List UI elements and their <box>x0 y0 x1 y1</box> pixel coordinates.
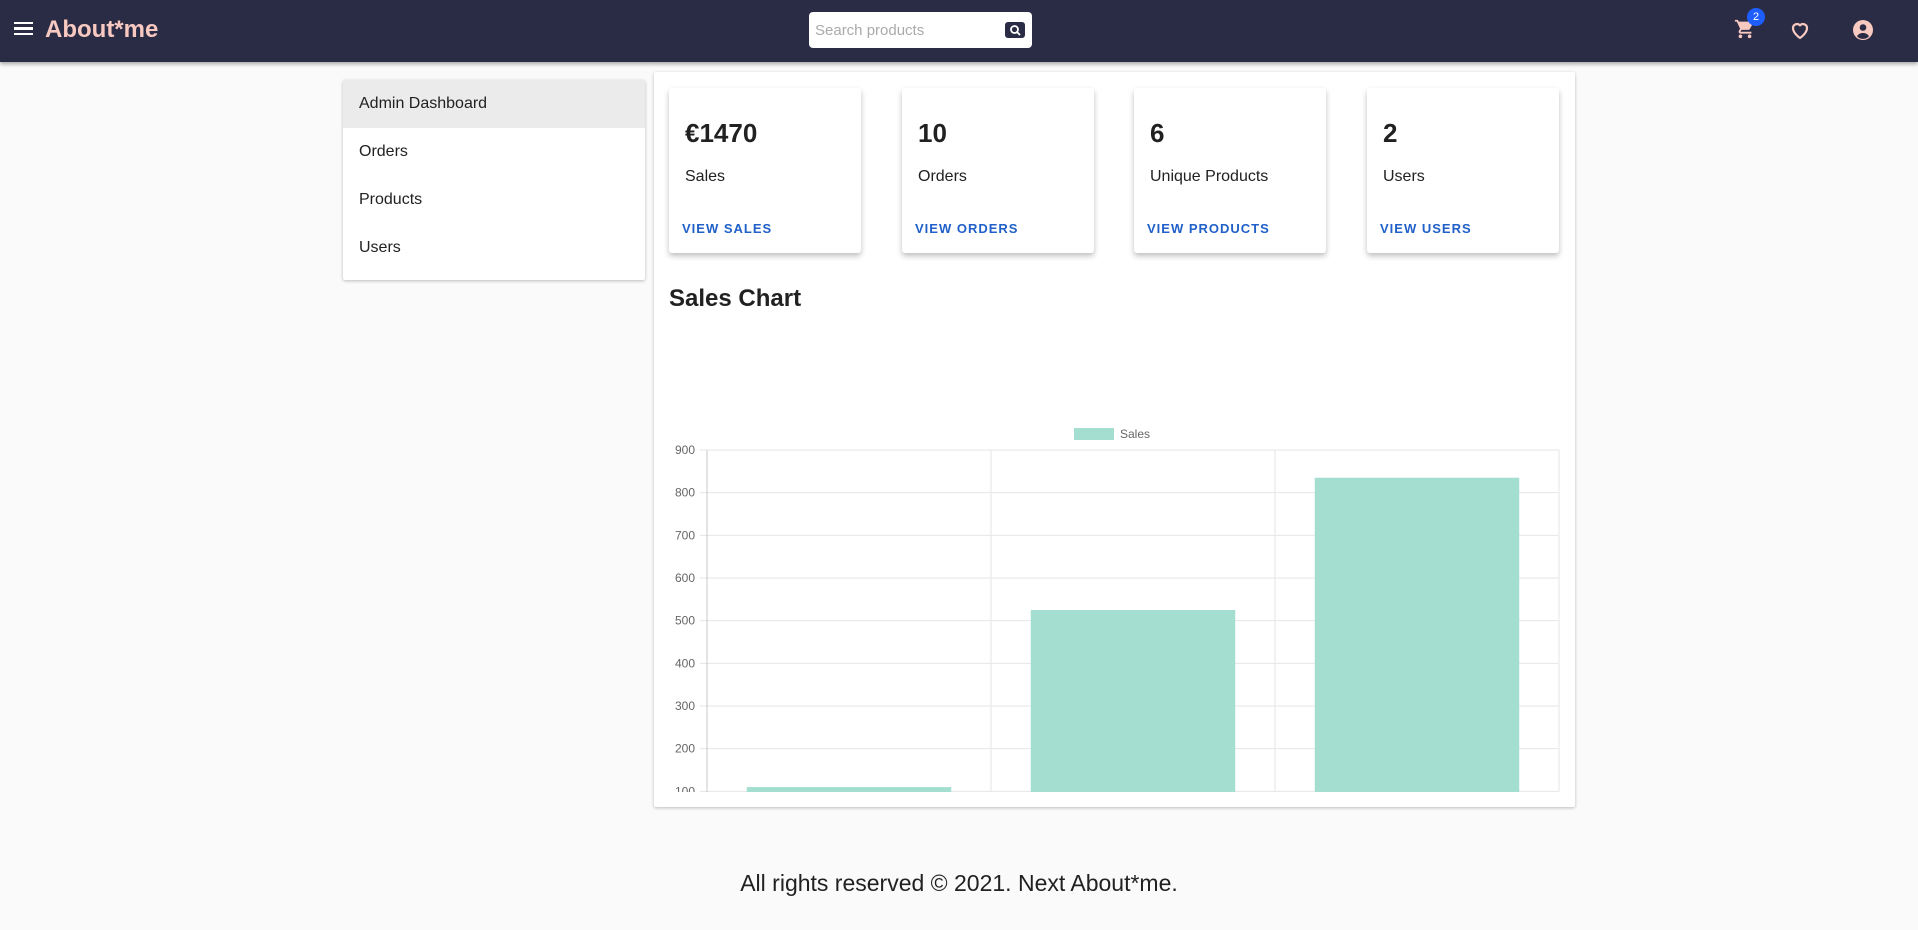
sidebar-item-admin-dashboard[interactable]: Admin Dashboard <box>343 80 645 128</box>
sales-label: Sales <box>685 168 726 185</box>
users-card: 2 Users VIEW USERS <box>1367 88 1559 253</box>
orders-card: 10 Orders VIEW ORDERS <box>902 88 1094 253</box>
footer-text: All rights reserved © 2021. Next About*m… <box>740 870 1178 896</box>
menu-icon[interactable] <box>12 19 34 41</box>
y-tick-label: 900 <box>675 443 695 457</box>
view-products-link[interactable]: VIEW PRODUCTS <box>1147 221 1270 236</box>
bar-2021-10[interactable] <box>1314 477 1520 792</box>
chart-heading: Sales Chart <box>669 285 802 312</box>
sidebar-item-orders[interactable]: Orders <box>343 128 645 176</box>
sidebar-item-products[interactable]: Products <box>343 176 645 224</box>
y-tick-label: 400 <box>675 656 695 670</box>
search-box <box>809 12 1032 48</box>
y-tick-label: 600 <box>675 571 695 585</box>
legend-swatch[interactable] <box>1074 428 1114 440</box>
cart-count-badge: 2 <box>1747 8 1765 26</box>
heart-icon[interactable] <box>1788 18 1812 42</box>
y-tick-label: 500 <box>675 614 695 628</box>
brand-logo[interactable]: About*me <box>45 16 158 44</box>
search-button[interactable] <box>1005 22 1025 38</box>
y-tick-label: 300 <box>675 699 695 713</box>
app-bar: About*me 2 <box>0 0 1918 62</box>
view-users-link[interactable]: VIEW USERS <box>1380 221 1472 236</box>
dashboard-panel: €1470 Sales VIEW SALES 10 Orders VIEW OR… <box>654 72 1575 807</box>
products-card: 6 Unique Products VIEW PRODUCTS <box>1134 88 1326 253</box>
account-icon[interactable] <box>1851 18 1875 42</box>
search-input[interactable] <box>815 18 995 42</box>
y-tick-label: 200 <box>675 742 695 756</box>
view-sales-link[interactable]: VIEW SALES <box>682 221 772 236</box>
products-label: Unique Products <box>1150 168 1269 185</box>
sales-card: €1470 Sales VIEW SALES <box>669 88 861 253</box>
y-tick-label: 100 <box>675 784 695 792</box>
admin-sidebar: Admin Dashboard Orders Products Users <box>343 80 645 280</box>
orders-label: Orders <box>918 168 967 185</box>
view-orders-link[interactable]: VIEW ORDERS <box>915 221 1018 236</box>
bar-2021-12[interactable] <box>746 787 952 792</box>
users-value: 2 <box>1383 118 1398 148</box>
users-label: Users <box>1383 168 1425 185</box>
search-icon <box>1010 25 1021 36</box>
bar-2021-11[interactable] <box>1030 610 1236 792</box>
sales-bar-chart: Sales01002003004005006007008009002021-12… <box>675 427 1560 792</box>
y-tick-label: 800 <box>675 486 695 500</box>
sidebar-item-users[interactable]: Users <box>343 224 645 272</box>
dark-mode-icon[interactable] <box>1687 19 1709 41</box>
sales-value: €1470 <box>685 118 758 148</box>
orders-value: 10 <box>918 118 947 148</box>
y-tick-label: 700 <box>675 528 695 542</box>
products-value: 6 <box>1150 118 1165 148</box>
legend-label[interactable]: Sales <box>1120 427 1150 441</box>
